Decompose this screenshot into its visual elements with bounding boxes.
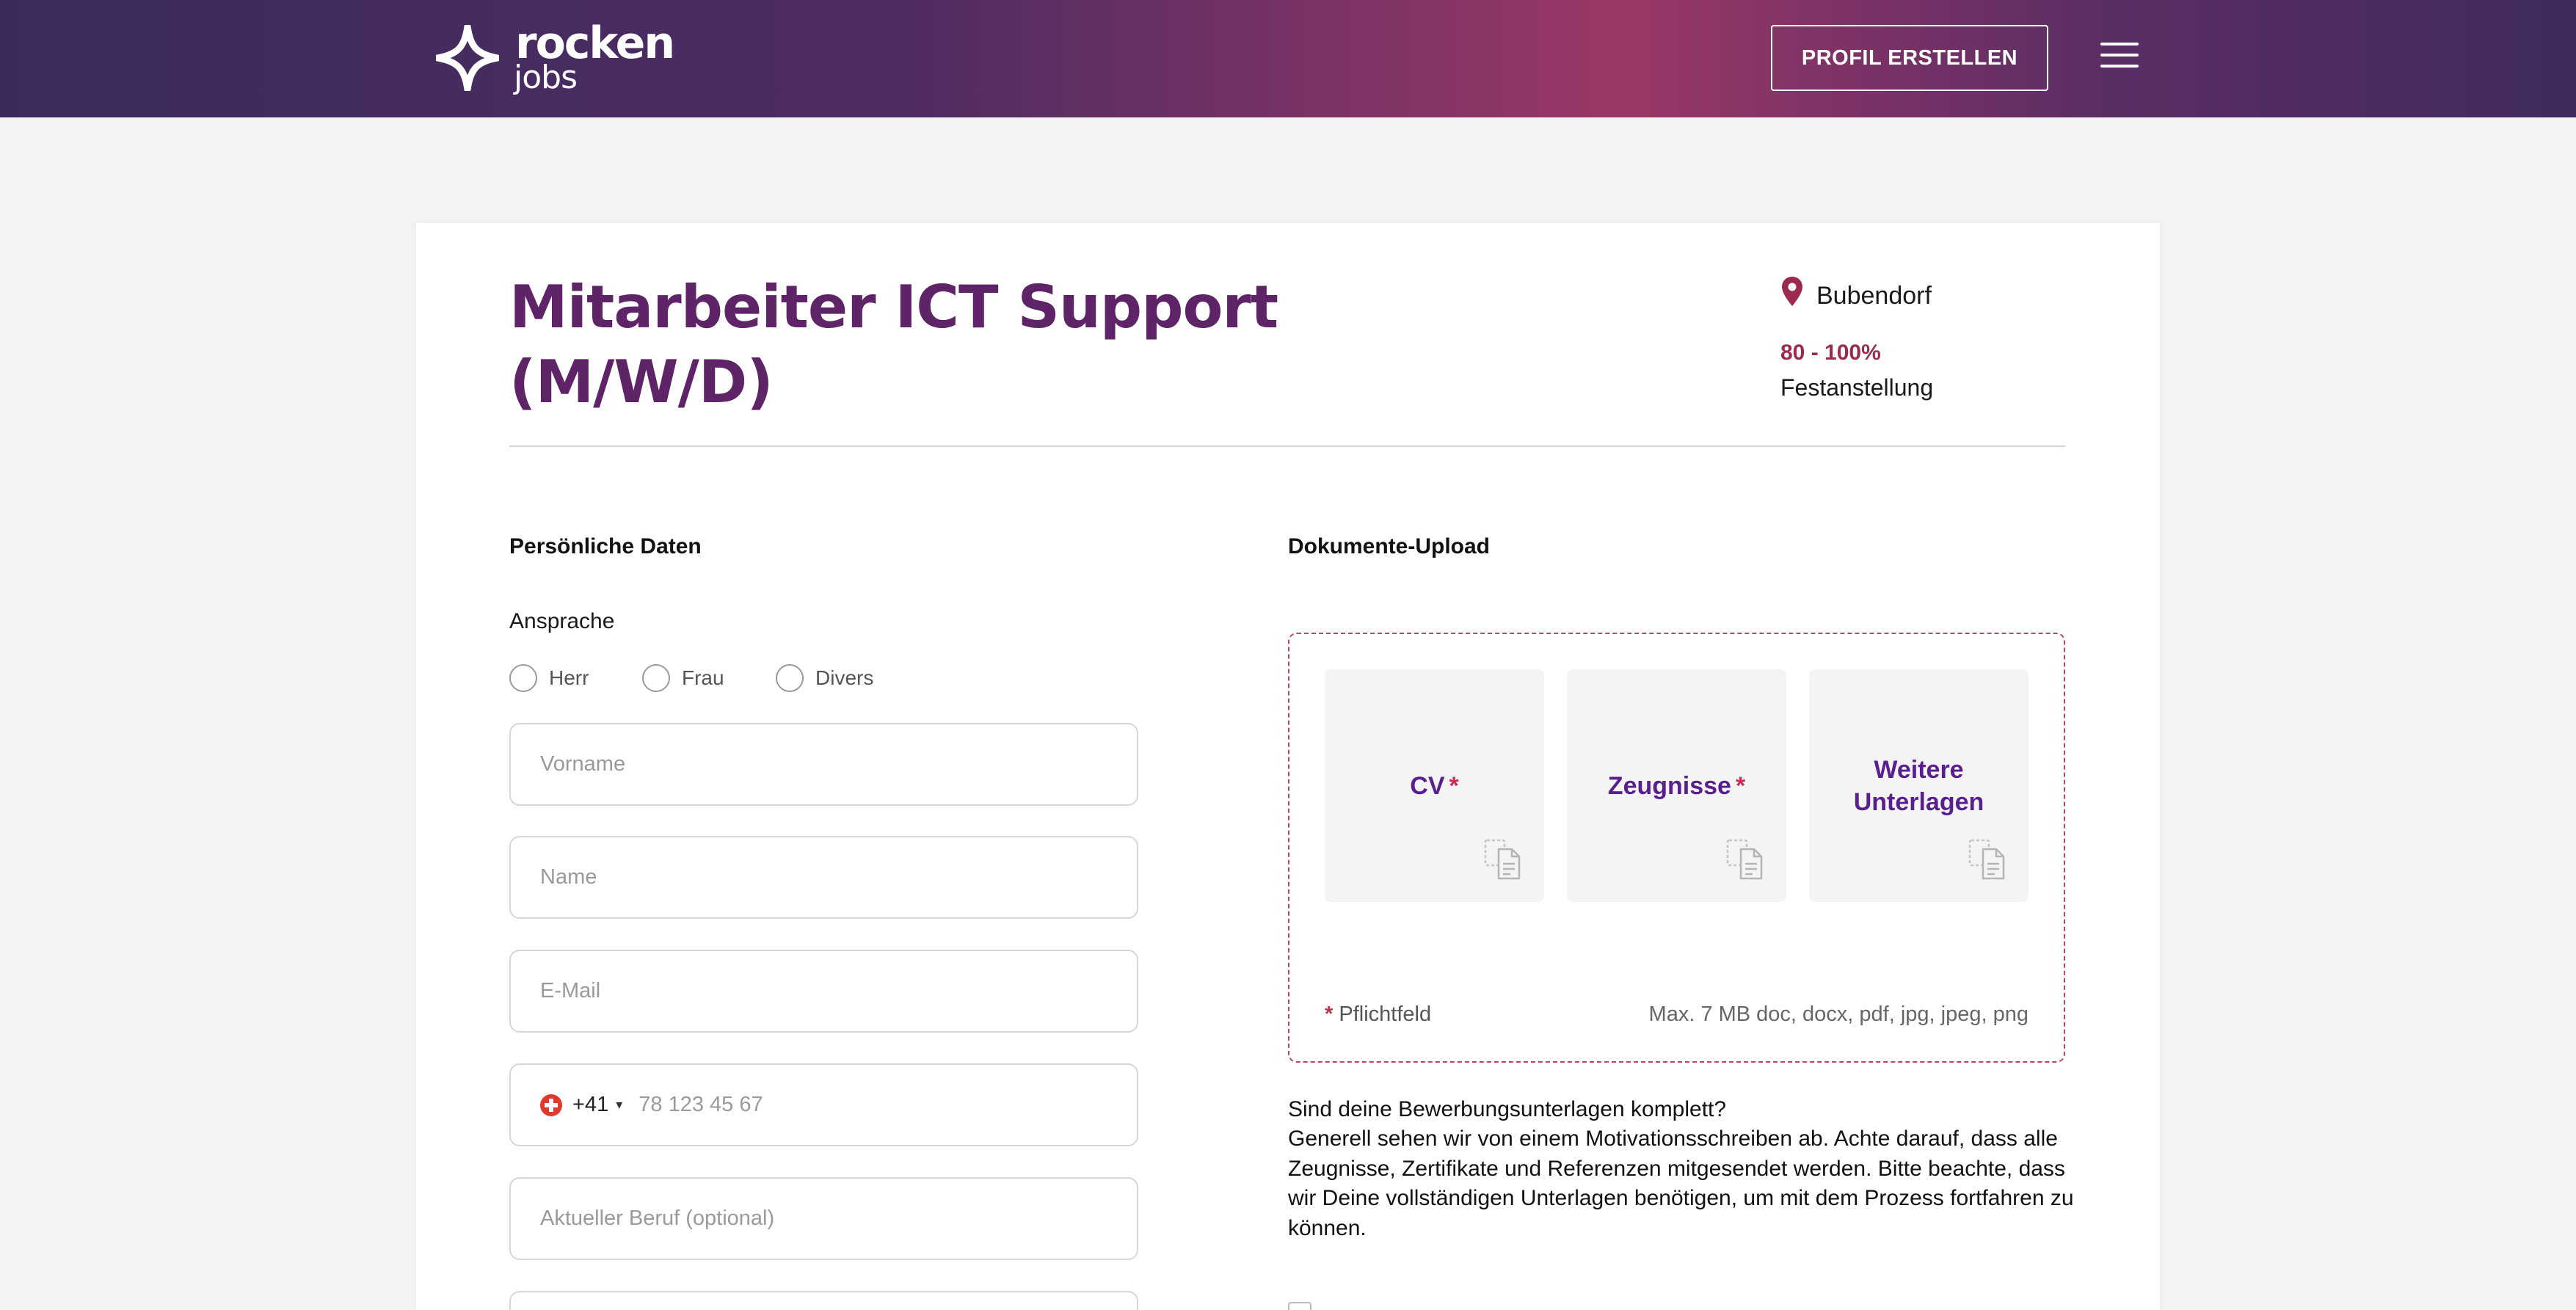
radio-label: Frau xyxy=(682,666,724,689)
star-logo-icon xyxy=(436,25,499,91)
consent-checkbox[interactable] xyxy=(1288,1302,1311,1310)
tile-label: Weitere Unterlagen xyxy=(1853,755,1984,816)
application-card: Mitarbeiter ICT Support (M/W/D) Bubendor… xyxy=(416,223,2160,1310)
radio-label: Divers xyxy=(815,666,874,689)
swiss-flag-icon[interactable] xyxy=(540,1094,562,1116)
job-title: Mitarbeiter ICT Support (M/W/D) xyxy=(509,273,1278,416)
last-name-input[interactable] xyxy=(509,836,1138,919)
document-upload-icon xyxy=(1968,839,2005,880)
phone-field: +41 ▾ xyxy=(509,1063,1138,1146)
personal-data-heading: Persönliche Daten xyxy=(509,534,702,558)
job-location: Bubendorf xyxy=(1816,282,1932,310)
header-divider xyxy=(509,445,2065,447)
dial-code[interactable]: +41 xyxy=(572,1093,608,1117)
document-upload-icon xyxy=(1726,839,1763,880)
file-limits: Max. 7 MB doc, docx, pdf, jpg, jpeg, png xyxy=(1648,1002,2029,1026)
radio-circle[interactable] xyxy=(509,664,537,692)
required-star: * xyxy=(1449,771,1459,800)
phone-input[interactable] xyxy=(638,1093,1050,1117)
document-upload-area[interactable]: CV * Zeugnisse * Weitere Unterlagen * Pf… xyxy=(1288,633,2065,1063)
documents-info-text: Generell sehen wir von einem Motivations… xyxy=(1288,1127,2074,1240)
create-profile-button[interactable]: PROFIL ERSTELLEN xyxy=(1771,25,2048,91)
required-note-text: Pflichtfeld xyxy=(1339,1002,1432,1026)
top-header: rocken jobs PROFIL ERSTELLEN xyxy=(0,0,2576,117)
salutation-radio-herr[interactable]: Herr xyxy=(509,663,589,693)
required-star: * xyxy=(1735,771,1746,800)
job-workload: 80 - 100% xyxy=(1780,341,1881,365)
radio-circle[interactable] xyxy=(776,664,804,692)
current-job-input[interactable] xyxy=(509,1177,1138,1260)
radio-label: Herr xyxy=(549,666,589,689)
required-star: * xyxy=(1325,1002,1334,1026)
salutation-label: Ansprache xyxy=(509,609,615,633)
salutation-radio-frau[interactable]: Frau xyxy=(642,663,724,693)
map-pin-icon xyxy=(1782,277,1802,306)
upload-tile-weitere-unterlagen[interactable]: Weitere Unterlagen xyxy=(1809,669,2029,902)
radio-circle[interactable] xyxy=(642,664,670,692)
upload-tile-cv[interactable]: CV * xyxy=(1325,669,1544,902)
rocken-jobs-logo[interactable]: rocken jobs xyxy=(436,18,685,101)
email-input[interactable] xyxy=(509,950,1138,1033)
hamburger-menu-icon[interactable] xyxy=(2100,43,2139,72)
logo-subword: jobs xyxy=(514,59,578,96)
document-upload-icon xyxy=(1484,839,1521,880)
documents-complete-question: Sind deine Bewerbungsunterlagen komplett… xyxy=(1288,1097,1727,1121)
upload-tile-zeugnisse[interactable]: Zeugnisse * xyxy=(1567,669,1786,902)
documents-heading: Dokumente-Upload xyxy=(1288,534,1491,558)
employment-type: Festanstellung xyxy=(1780,374,1934,401)
additional-input[interactable] xyxy=(509,1291,1138,1310)
first-name-input[interactable] xyxy=(509,723,1138,806)
tile-label: CV xyxy=(1410,771,1445,800)
required-field-note: * Pflichtfeld xyxy=(1325,1002,1431,1027)
caret-down-icon[interactable]: ▾ xyxy=(616,1097,622,1113)
tile-label: Zeugnisse xyxy=(1607,771,1731,800)
salutation-radio-divers[interactable]: Divers xyxy=(776,663,873,693)
